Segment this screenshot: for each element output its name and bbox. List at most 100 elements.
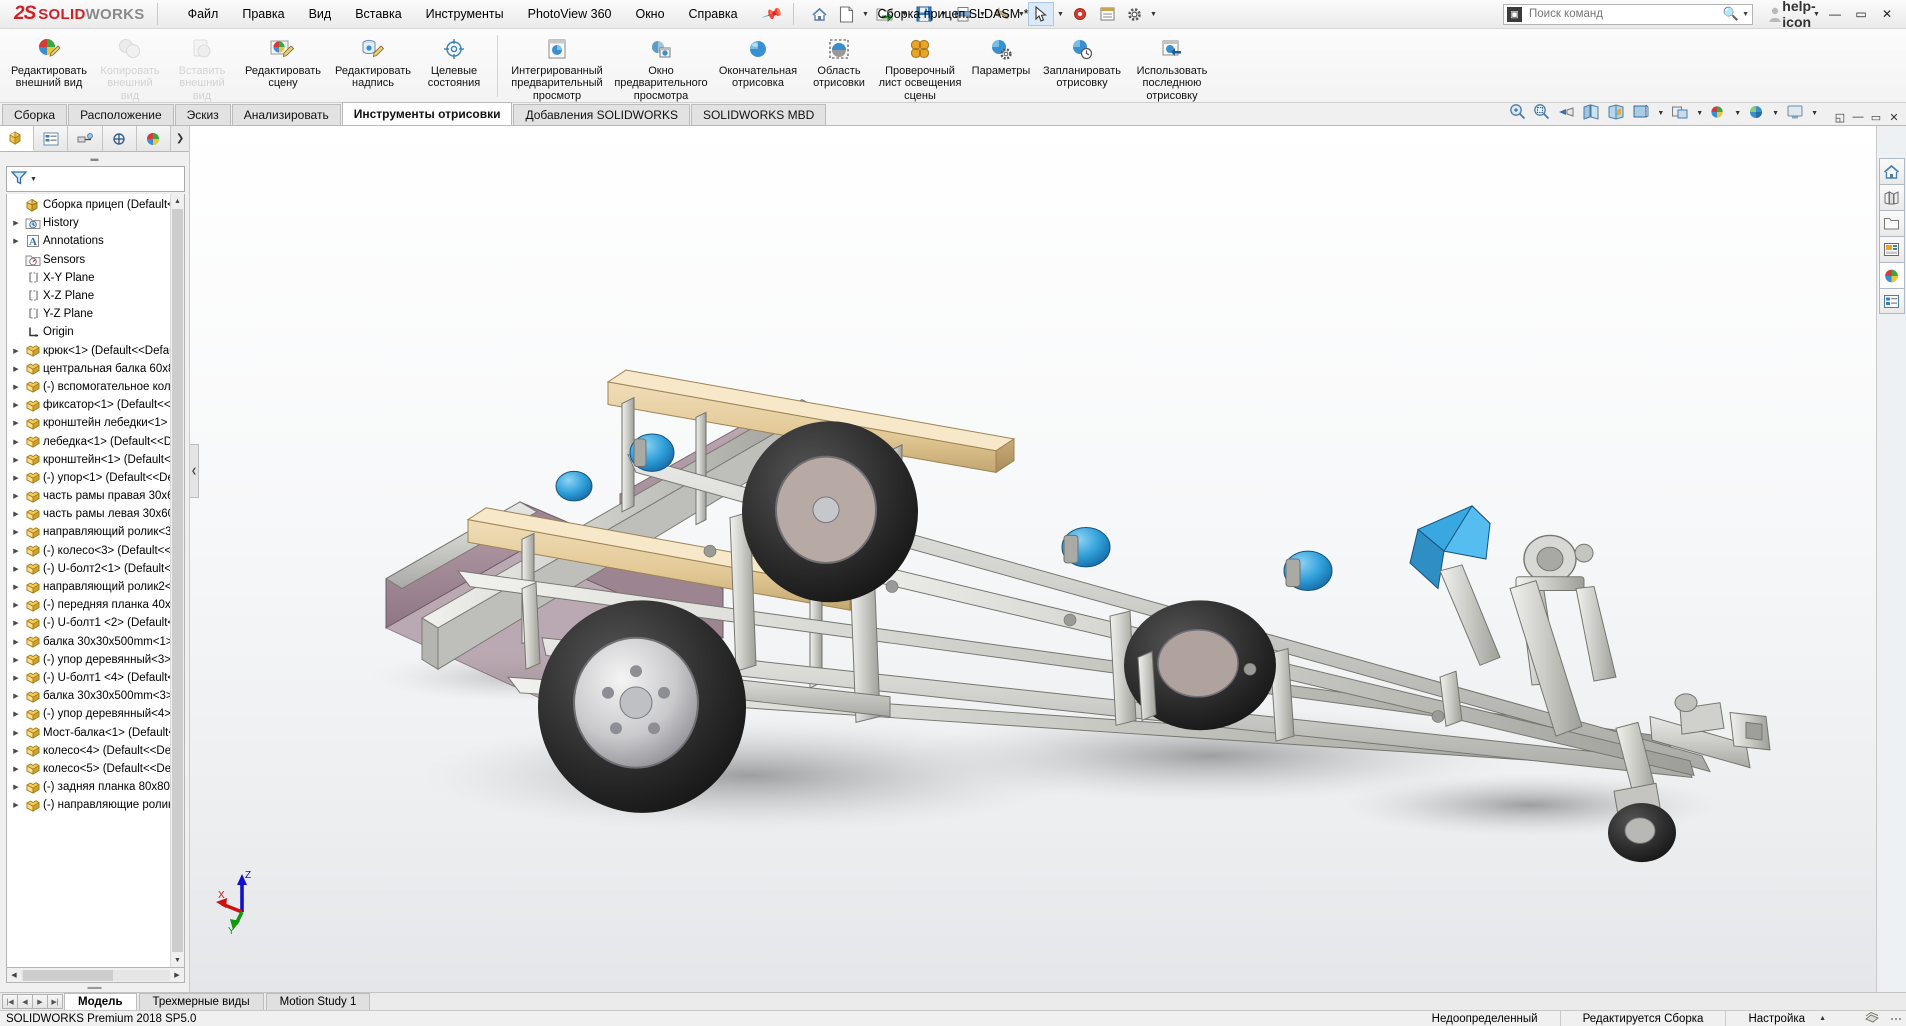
- tab-render-tools[interactable]: Инструменты отрисовки: [342, 102, 513, 125]
- tab-model[interactable]: Модель: [64, 993, 137, 1010]
- next-tab-button[interactable]: ▶: [32, 994, 48, 1009]
- tree-expand-icon[interactable]: ▶: [9, 528, 23, 536]
- tree-expand-icon[interactable]: ▶: [9, 801, 23, 809]
- tab-motion-study[interactable]: Motion Study 1: [266, 993, 371, 1010]
- tree-item[interactable]: ▶Y-Z Plane: [7, 305, 170, 323]
- options-gear-icon[interactable]: [1121, 2, 1147, 26]
- tree-expand-icon[interactable]: ▶: [9, 656, 23, 664]
- manager-tabs-more-icon[interactable]: ❯: [171, 126, 189, 151]
- toggle-display-icon[interactable]: [1094, 2, 1120, 26]
- tab-solidworks-addins[interactable]: Добавления SOLIDWORKS: [513, 104, 690, 125]
- tree-vertical-scrollbar[interactable]: ▲ ▼: [170, 194, 184, 967]
- tree-item[interactable]: ▶(-) задняя планка 80x80x1260n: [7, 778, 170, 796]
- tree-item[interactable]: ▶Мост-балка<1> (Default<<De: [7, 723, 170, 741]
- select-cursor-icon[interactable]: [1028, 2, 1054, 26]
- maximize-button[interactable]: ▭: [1848, 2, 1874, 26]
- tree-item[interactable]: ▶(-) упор<1> (Default<<Defaul: [7, 469, 170, 487]
- tree-expand-icon[interactable]: ▶: [9, 474, 23, 482]
- apply-scene-caret-icon[interactable]: ▼: [1772, 110, 1779, 117]
- solidworks-resources-icon[interactable]: [1879, 158, 1905, 184]
- tree-root-item[interactable]: ▶ Сборка прицеп (Default<<Defaul: [7, 196, 170, 214]
- status-customize-caret-icon[interactable]: ▲: [1819, 1015, 1826, 1022]
- tree-pin-icon[interactable]: ▬: [0, 152, 189, 164]
- dimxpert-manager-tab[interactable]: [103, 126, 137, 151]
- tree-expand-icon[interactable]: ▶: [9, 619, 23, 627]
- print-icon[interactable]: [950, 2, 976, 26]
- render-region-button[interactable]: Областьотрисовки: [803, 33, 875, 90]
- previous-view-icon[interactable]: [1557, 104, 1575, 123]
- lighting-checklist-button[interactable]: Проверочныйлист освещениясцены: [875, 33, 965, 102]
- close-doc-icon[interactable]: ✕: [1886, 109, 1902, 125]
- edit-appearance-icon[interactable]: [1710, 104, 1727, 123]
- custom-properties-icon[interactable]: [1879, 288, 1905, 314]
- edit-appearance-caret-icon[interactable]: ▼: [1734, 110, 1741, 117]
- tree-item[interactable]: ▶(-) вспомогательное колесо<: [7, 378, 170, 396]
- final-render-button[interactable]: Окончательнаяотрисовка: [713, 33, 803, 90]
- undo-caret-icon[interactable]: ▼: [1016, 2, 1027, 26]
- tree-expand-icon[interactable]: ▶: [9, 638, 23, 646]
- tree-item[interactable]: ▶колесо<4> (Default<<Default: [7, 742, 170, 760]
- tree-item[interactable]: ▶крюк<1> (Default<<Default>_: [7, 342, 170, 360]
- new-document-caret-icon[interactable]: ▼: [860, 2, 871, 26]
- tree-hscroll-thumb[interactable]: [23, 970, 113, 981]
- tab-assembly[interactable]: Сборка: [2, 104, 67, 125]
- menu-file[interactable]: Файл: [176, 3, 231, 25]
- tree-item[interactable]: ▶лебедка<1> (Default<<Defaul: [7, 432, 170, 450]
- edit-scene-button[interactable]: Редактироватьсцену: [238, 33, 328, 90]
- tree-item[interactable]: ▶часть рамы левая 30x60mm<: [7, 505, 170, 523]
- tree-item[interactable]: ▶(-) упор деревянный<3> (Def: [7, 651, 170, 669]
- display-overlay-icon[interactable]: [1848, 1012, 1890, 1025]
- first-tab-button[interactable]: |◀: [2, 994, 18, 1009]
- tree-item[interactable]: ▶(-) упор деревянный<4> (Def: [7, 705, 170, 723]
- configuration-manager-tab[interactable]: [68, 126, 102, 151]
- menu-window[interactable]: Окно: [623, 3, 676, 25]
- open-folder-icon[interactable]: [872, 2, 898, 26]
- tree-horizontal-scrollbar[interactable]: ◀ ▶: [6, 968, 185, 983]
- tree-item[interactable]: ▶AAnnotations: [7, 232, 170, 250]
- tab-solidworks-mbd[interactable]: SOLIDWORKS MBD: [691, 104, 826, 125]
- save-caret-icon[interactable]: ▼: [938, 2, 949, 26]
- tree-item[interactable]: ▶(-) U-болт2<1> (Default<<Def: [7, 560, 170, 578]
- tree-expand-icon[interactable]: ▶: [9, 347, 23, 355]
- feature-manager-tab[interactable]: [0, 126, 34, 151]
- view-palette-icon[interactable]: [1879, 236, 1905, 262]
- tree-expand-icon[interactable]: ▶: [9, 438, 23, 446]
- tree-item[interactable]: ▶часть рамы правая 30x60mm: [7, 487, 170, 505]
- tree-expand-icon[interactable]: ▶: [9, 401, 23, 409]
- preview-window-button[interactable]: Окнопредварительногопросмотра: [609, 33, 713, 102]
- tree-expand-icon[interactable]: ▶: [9, 710, 23, 718]
- tree-item[interactable]: ▶(-) колесо<3> (Default<<Defa: [7, 542, 170, 560]
- hide-show-items-icon[interactable]: [1671, 104, 1689, 123]
- design-library-icon[interactable]: [1879, 184, 1905, 210]
- tree-expand-icon[interactable]: ▶: [9, 456, 23, 464]
- status-customize[interactable]: Настройка ▲: [1725, 1011, 1848, 1026]
- tab-layout[interactable]: Расположение: [68, 104, 174, 125]
- print-caret-icon[interactable]: ▼: [977, 2, 988, 26]
- tree-expand-icon[interactable]: ▶: [9, 565, 23, 573]
- search-icon[interactable]: 🔍: [1723, 6, 1739, 22]
- integrated-preview-button[interactable]: Интегрированныйпредварительныйпросмотр: [505, 33, 609, 102]
- tree-expand-icon[interactable]: ▶: [9, 601, 23, 609]
- menu-photoview360[interactable]: PhotoView 360: [516, 3, 624, 25]
- tree-expand-icon[interactable]: ▶: [9, 729, 23, 737]
- section-view-icon[interactable]: [1582, 104, 1600, 123]
- prev-tab-button[interactable]: ◀: [17, 994, 33, 1009]
- trailer-assembly-model[interactable]: [190, 126, 1876, 992]
- save-icon[interactable]: [911, 2, 937, 26]
- minimize-doc-icon[interactable]: —: [1850, 109, 1866, 125]
- tree-scroll-up-icon[interactable]: ▲: [174, 194, 181, 208]
- undo-icon[interactable]: [989, 2, 1015, 26]
- search-input[interactable]: [1527, 7, 1720, 21]
- tree-expand-icon[interactable]: ▶: [9, 692, 23, 700]
- tree-scroll-down-icon[interactable]: ▼: [174, 953, 181, 967]
- paste-appearance-button[interactable]: Вставитьвнешнийвид: [166, 33, 238, 102]
- tree-expand-icon[interactable]: ▶: [9, 783, 23, 791]
- tree-item[interactable]: ▶History: [7, 214, 170, 232]
- tree-expand-icon[interactable]: ▶: [9, 674, 23, 682]
- tree-item[interactable]: ▶центральная балка 60x80<1>: [7, 360, 170, 378]
- tab-3d-views[interactable]: Трехмерные виды: [139, 993, 264, 1010]
- tree-expand-icon[interactable]: ▶: [9, 365, 23, 373]
- tree-item[interactable]: ▶кронштейн<1> (Default<<De: [7, 451, 170, 469]
- schedule-render-button[interactable]: Запланироватьотрисовку: [1037, 33, 1127, 90]
- tree-expand-icon[interactable]: ▶: [9, 237, 23, 245]
